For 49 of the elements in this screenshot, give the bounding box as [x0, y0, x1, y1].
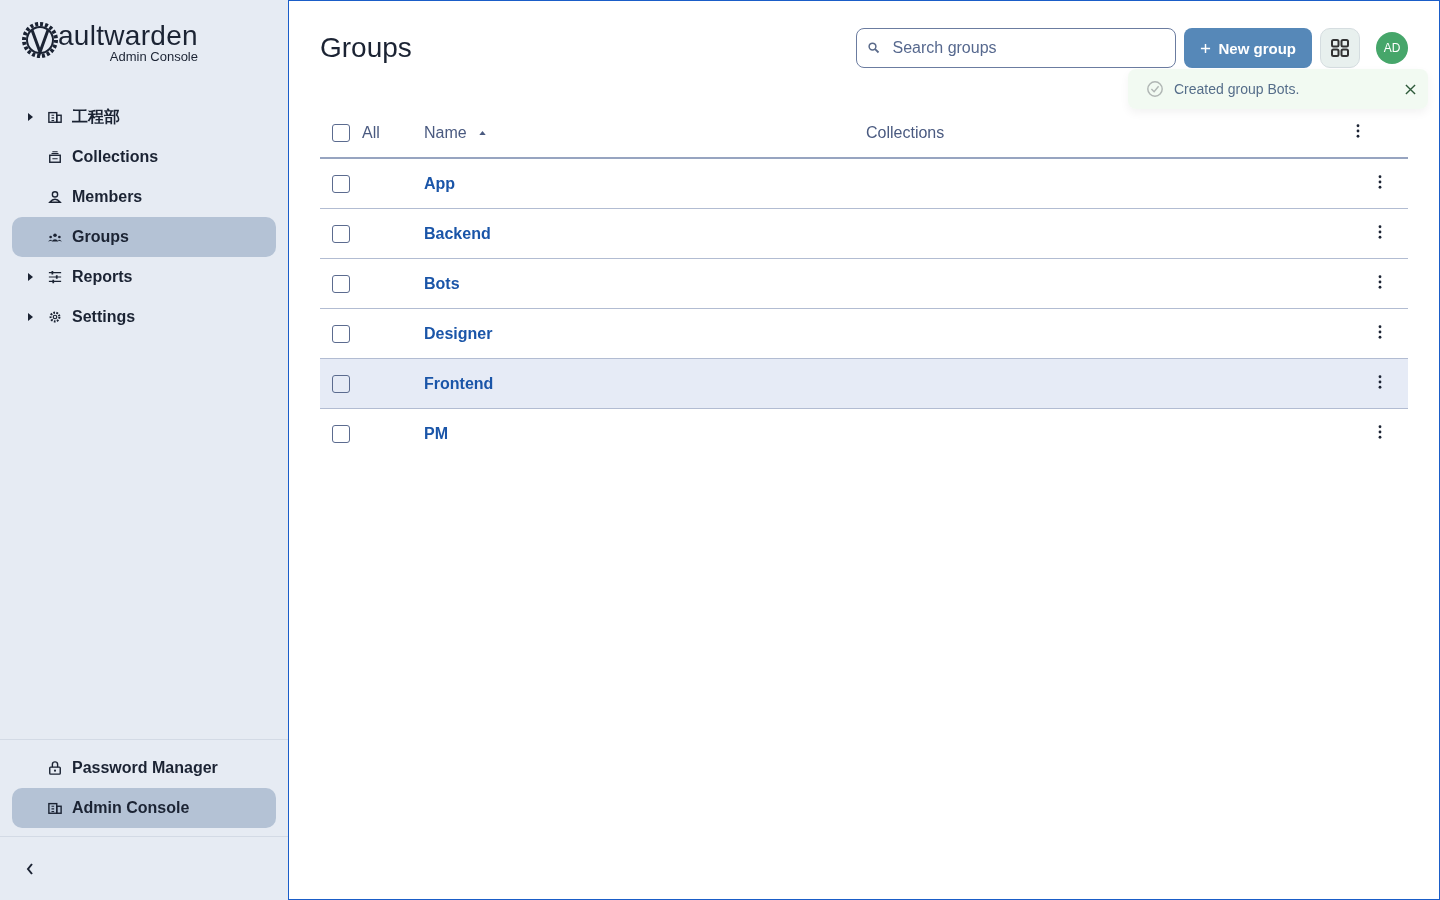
nav-item[interactable]: Settings	[12, 297, 276, 337]
logo-subtitle: Admin Console	[109, 50, 198, 64]
collection-icon	[48, 150, 62, 164]
group-name-link[interactable]: Designer	[424, 324, 493, 342]
group-name-link[interactable]: PM	[424, 424, 448, 442]
group-name-link[interactable]: Bots	[424, 274, 460, 292]
nav-item[interactable]: Reports	[12, 257, 276, 297]
grid-icon	[1330, 38, 1350, 58]
row-checkbox[interactable]	[332, 374, 350, 393]
check-circle-icon	[1146, 80, 1164, 98]
column-header[interactable]: Name	[424, 124, 467, 142]
new-group-button[interactable]: New group	[1183, 28, 1312, 68]
search-icon	[867, 42, 880, 54]
person-icon	[48, 190, 62, 204]
product-switcher-button[interactable]	[1320, 28, 1360, 68]
column-header[interactable]: Collections	[866, 124, 945, 142]
building-icon	[48, 110, 62, 124]
row-checkbox[interactable]	[332, 174, 350, 193]
row-checkbox[interactable]	[332, 324, 350, 343]
lock-icon	[48, 761, 62, 775]
chevron-left-icon[interactable]	[26, 862, 34, 875]
building-icon	[48, 801, 62, 815]
nav-item[interactable]: 工程部	[12, 97, 276, 137]
highlighted-row[interactable]: Frontend	[320, 358, 1408, 409]
caret-icon	[28, 273, 34, 281]
toast-message: Created group Bots.	[1174, 81, 1300, 97]
logo-name: aultwarden	[58, 20, 198, 52]
caret-icon	[28, 313, 34, 321]
select-all-checkbox[interactable]	[332, 124, 350, 142]
close-icon[interactable]	[1405, 83, 1416, 95]
row-checkbox[interactable]	[332, 274, 350, 293]
group-name-link[interactable]: Backend	[424, 224, 491, 242]
search-field[interactable]: Search groups	[855, 28, 1176, 68]
group-name-link[interactable]: Frontend	[424, 374, 494, 392]
row-checkbox[interactable]	[332, 424, 350, 443]
shield-gear-logo-icon	[20, 20, 60, 60]
caret-icon	[28, 113, 34, 121]
plus-icon	[1199, 42, 1211, 54]
page-title: Groups	[320, 32, 412, 64]
column-header: All	[362, 124, 380, 142]
product-item[interactable]: Admin Console	[12, 788, 276, 828]
nav-item[interactable]: Members	[12, 177, 276, 217]
row-checkbox[interactable]	[332, 224, 350, 243]
product-item[interactable]: Password Manager	[12, 748, 276, 788]
group-name-link[interactable]: App	[424, 174, 456, 192]
gear-icon	[48, 310, 62, 324]
nav-item[interactable]: Groups	[12, 217, 276, 257]
sliders-icon	[48, 270, 62, 284]
nav-item[interactable]: Collections	[12, 137, 276, 177]
